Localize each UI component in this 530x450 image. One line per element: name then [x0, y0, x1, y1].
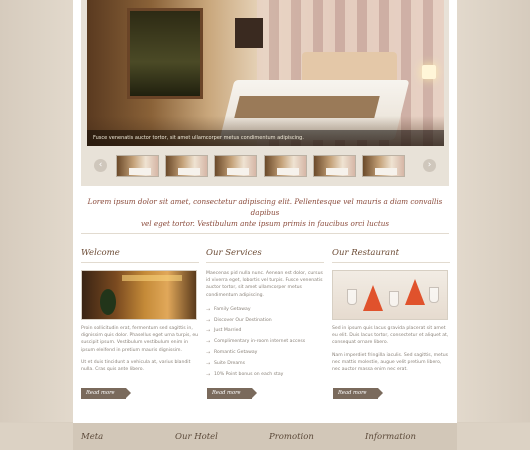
welcome-title: Welcome: [81, 248, 120, 258]
page-background-right: [457, 0, 530, 422]
welcome-read-more-button[interactable]: Read more: [81, 388, 131, 399]
services-paragraph: Maecenas pid nulla nunc. Aenean est dolo…: [206, 271, 323, 298]
divider: [81, 233, 449, 234]
page-container: Fusce venenatis auctor tortor, sit amet …: [73, 0, 457, 423]
slider-thumbnails: ‹ ›: [81, 150, 449, 184]
restaurant-read-more-button[interactable]: Read more: [333, 388, 383, 399]
slider-thumbnail[interactable]: [116, 155, 159, 177]
services-section: Our Services Maecenas pid nulla nunc. Ae…: [206, 248, 324, 380]
restaurant-paragraph-1: Sed in ipsum quis lacus gravida placerat…: [332, 326, 449, 346]
wall-picture: [235, 18, 263, 48]
slider-thumbnail[interactable]: [165, 155, 208, 177]
list-item[interactable]: Romantic Getaway: [206, 348, 324, 359]
slider-photo-hotel-room[interactable]: Fusce venenatis auctor tortor, sit amet …: [87, 0, 444, 146]
chevron-left-icon[interactable]: ‹: [94, 159, 107, 172]
services-list: Family Getaway Discover Our Destination …: [206, 305, 324, 381]
restaurant-title: Our Restaurant: [332, 248, 399, 258]
footer-item-our-hotel[interactable]: Our Hotel: [175, 432, 218, 442]
list-item[interactable]: Just Married: [206, 326, 324, 337]
footer: Meta Our Hotel Promotion Information: [0, 423, 530, 450]
list-item[interactable]: Discover Our Destination: [206, 316, 324, 327]
footer-item-promotion[interactable]: Promotion: [269, 432, 314, 442]
chevron-right-icon[interactable]: ›: [423, 159, 436, 172]
lamp: [422, 65, 436, 79]
page-background-left: [0, 0, 73, 422]
image-slider: Fusce venenatis auctor tortor, sit amet …: [81, 0, 449, 186]
welcome-image: [81, 270, 197, 320]
list-item[interactable]: Complimentary in-room internet access: [206, 337, 324, 348]
footer-item-meta[interactable]: Meta: [81, 432, 103, 442]
services-title: Our Services: [206, 248, 262, 258]
slider-caption: Fusce venenatis auctor tortor, sit amet …: [87, 130, 444, 146]
list-item[interactable]: Family Getaway: [206, 305, 324, 316]
intro-text: Lorem ipsum dolor sit amet, consectetur …: [87, 197, 443, 228]
restaurant-section: Our Restaurant Sed in ipsum quis lacus g…: [332, 248, 450, 373]
welcome-paragraph-2: Ut et duis tincidunt a vehicula at, vari…: [81, 359, 191, 373]
restaurant-paragraph-2: Nam imperdiet fringilla iaculis. Sed sag…: [332, 352, 448, 373]
welcome-paragraph-1: Proin sollicitudin erat, fermentum sed s…: [81, 326, 199, 353]
list-item[interactable]: 10% Point bonus on each stay: [206, 370, 324, 381]
welcome-section: Welcome Proin sollicitudin erat, ferment…: [81, 248, 199, 373]
services-read-more-button[interactable]: Read more: [207, 388, 257, 399]
footer-item-information[interactable]: Information: [365, 432, 416, 442]
slider-thumbnail[interactable]: [362, 155, 405, 177]
restaurant-image: [332, 270, 448, 320]
window: [127, 8, 203, 99]
slider-thumbnail[interactable]: [313, 155, 356, 177]
list-item[interactable]: Suite Dreams: [206, 359, 324, 370]
slider-thumbnail[interactable]: [214, 155, 257, 177]
slider-thumbnail[interactable]: [264, 155, 307, 177]
